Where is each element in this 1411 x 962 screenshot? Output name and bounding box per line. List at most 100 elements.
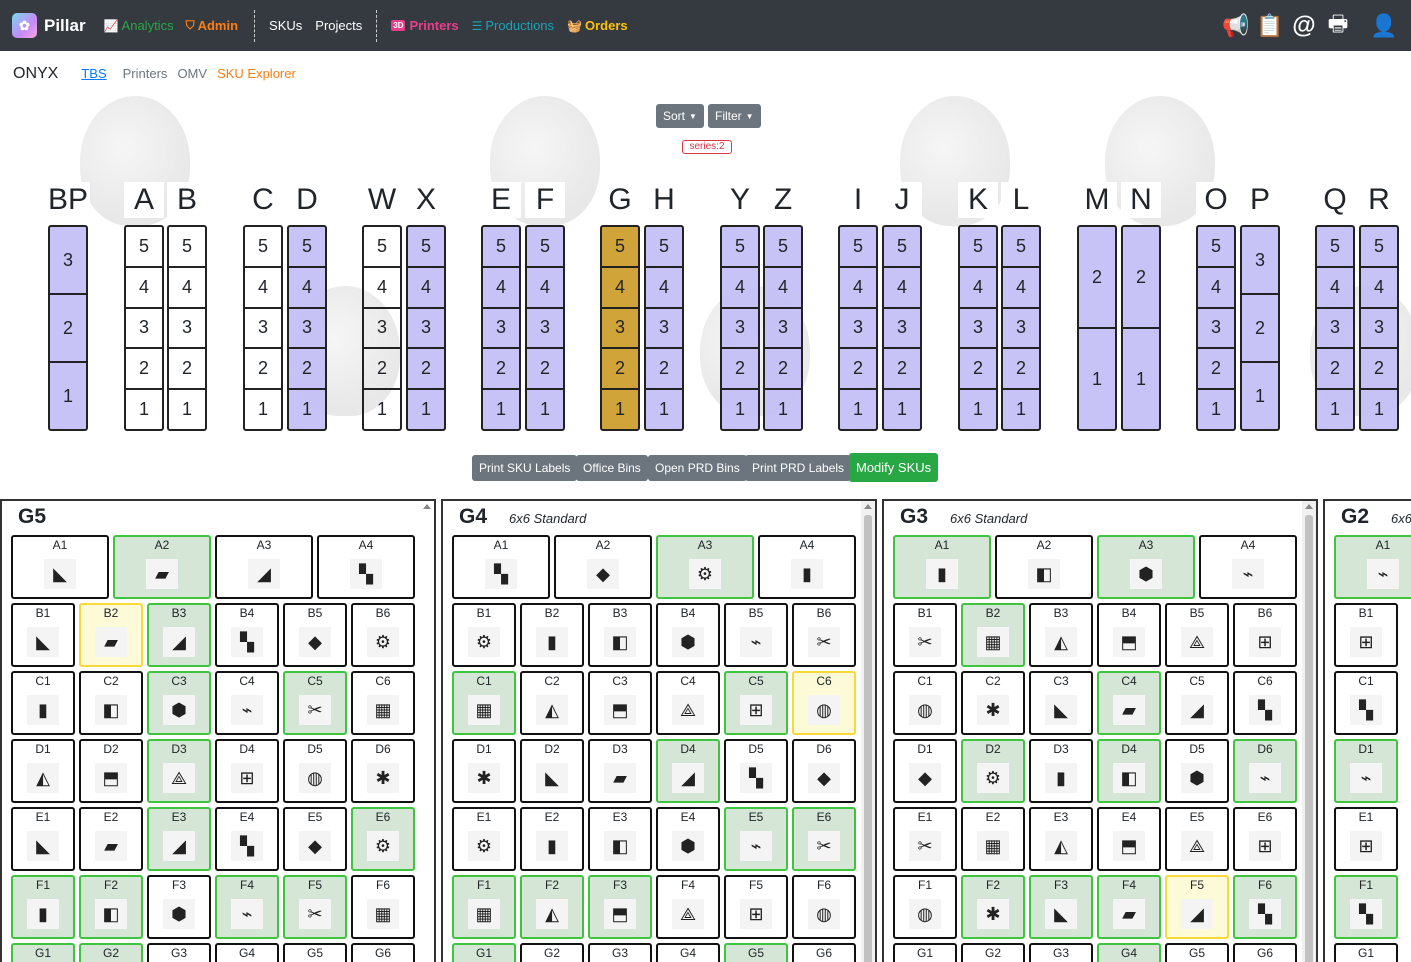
shelf-column[interactable]: 54321 (481, 225, 521, 431)
bin-cell[interactable]: G1◭ (11, 943, 75, 962)
shelf-slot[interactable]: 1 (50, 363, 86, 429)
bin-cell[interactable]: F1 ◍ (893, 875, 957, 939)
shelf-column[interactable]: 54321 (763, 225, 803, 431)
bin-cell[interactable]: D4 ⊞ (215, 739, 279, 803)
bin-cell[interactable]: F1 ▦ (452, 875, 516, 939)
shelf-slot[interactable]: 3 (1003, 309, 1039, 350)
panel-scrollbar[interactable] (861, 501, 875, 962)
bin-cell[interactable]: G6◆ (792, 943, 856, 962)
bin-cell[interactable]: B6 ⚙ (351, 603, 415, 667)
shelf-column[interactable]: 54321 (720, 225, 760, 431)
shelf-slot[interactable]: 4 (126, 268, 162, 309)
bin-cell[interactable]: B5 ⌁ (724, 603, 788, 667)
subnav-sku-explorer[interactable]: SKU Explorer (217, 66, 296, 81)
shelf-slot[interactable]: 2 (1198, 349, 1234, 391)
shelf-slot[interactable]: 5 (765, 227, 801, 268)
bin-cell[interactable]: F2 ◧ (79, 875, 143, 939)
shelf-slot[interactable]: 3 (722, 309, 758, 350)
shelf-slot[interactable]: 2 (884, 349, 920, 391)
shelf-slot[interactable]: 3 (50, 227, 86, 295)
shelf-slot[interactable]: 1 (602, 390, 638, 429)
scroll-thumb[interactable] (864, 515, 872, 962)
bin-cell[interactable]: C2 ◭ (520, 671, 584, 735)
bin-cell[interactable]: B6 ⊞ (1233, 603, 1297, 667)
shelf-slot[interactable]: 2 (840, 349, 876, 391)
shelf-column[interactable]: 54321 (1315, 225, 1355, 431)
bin-cell[interactable]: A3 ⬢ (1097, 535, 1195, 599)
bin-cell[interactable]: C5 ⊞ (724, 671, 788, 735)
shelf-column[interactable]: 54321 (882, 225, 922, 431)
bin-cell[interactable]: C6 ▚ (1233, 671, 1297, 735)
sort-dropdown[interactable]: Sort ▼ (656, 104, 704, 128)
scroll-up-icon[interactable] (423, 504, 431, 509)
bin-cell[interactable]: E1 ✂ (893, 807, 957, 871)
shelf-slot[interactable]: 3 (765, 309, 801, 350)
bin-cell[interactable]: G3⟁ (147, 943, 211, 962)
shelf-slot[interactable]: 3 (960, 309, 996, 350)
shelf-slot[interactable]: 4 (960, 268, 996, 309)
shelf-column[interactable]: 321 (1240, 225, 1280, 431)
bin-cell[interactable]: E5 ◆ (283, 807, 347, 871)
shelf-slot[interactable]: 3 (527, 309, 563, 350)
bin-cell[interactable]: F3 ⬢ (147, 875, 211, 939)
bin-cell[interactable]: B4 ⬒ (1097, 603, 1161, 667)
shelf-slot[interactable]: 3 (646, 309, 682, 350)
shelf-slot[interactable]: 4 (722, 268, 758, 309)
print-sku-labels-button[interactable]: Print SKU Labels (472, 455, 578, 481)
bin-cell[interactable]: A2 ◆ (554, 535, 652, 599)
bin-cell[interactable]: F1 ▮ (11, 875, 75, 939)
shelf-column[interactable]: 54321 (124, 225, 164, 431)
bin-cell[interactable]: F6 ◍ (792, 875, 856, 939)
shelf-slot[interactable]: 4 (840, 268, 876, 309)
shelf-slot[interactable]: 2 (289, 349, 325, 391)
shelf-slot[interactable]: 5 (1317, 227, 1353, 268)
shelf-slot[interactable]: 3 (289, 309, 325, 350)
bin-cell[interactable]: A1 ▚ (452, 535, 550, 599)
bin-cell[interactable]: F5 ◢ (1165, 875, 1229, 939)
bin-cell[interactable]: E3 ◢ (147, 807, 211, 871)
open-prd-bins-button[interactable]: Open PRD Bins (648, 455, 747, 481)
shelf-slot[interactable]: 1 (169, 390, 205, 429)
shelf-slot[interactable]: 2 (722, 349, 758, 391)
bin-cell[interactable]: E6 ⊞ (1233, 807, 1297, 871)
shelf-slot[interactable]: 3 (1198, 309, 1234, 350)
nav-admin[interactable]: ⛉ Admin (186, 18, 238, 33)
bin-cell[interactable]: G3▰ (588, 943, 652, 962)
shelf-column[interactable]: 54321 (406, 225, 446, 431)
bin-cell[interactable]: C6 ▦ (351, 671, 415, 735)
bin-cell[interactable]: D1 ◭ (11, 739, 75, 803)
bin-cell[interactable]: E6 ⚙ (351, 807, 415, 871)
shelf-slot[interactable]: 1 (1003, 390, 1039, 429)
shelf-slot[interactable]: 4 (408, 268, 444, 309)
bin-cell[interactable]: D1 ⌁ (1334, 739, 1398, 803)
shelf-slot[interactable]: 1 (960, 390, 996, 429)
bin-cell[interactable]: B3 ◢ (147, 603, 211, 667)
brand[interactable]: ✿ Pillar (12, 13, 86, 38)
bin-cell[interactable]: D3 ▰ (588, 739, 652, 803)
shelf-slot[interactable]: 1 (364, 390, 400, 429)
bin-cell[interactable]: G4◧ (1097, 943, 1161, 962)
bin-cell[interactable]: G2⬒ (79, 943, 143, 962)
shelf-slot[interactable]: 4 (602, 268, 638, 309)
shelf-slot[interactable]: 2 (1003, 349, 1039, 391)
bin-cell[interactable]: B2 ▮ (520, 603, 584, 667)
shelf-slot[interactable]: 4 (884, 268, 920, 309)
shelf-slot[interactable]: 5 (126, 227, 162, 268)
scroll-thumb[interactable] (1305, 515, 1313, 962)
bin-cell[interactable]: B2 ▦ (961, 603, 1025, 667)
shelf-slot[interactable]: 2 (245, 349, 281, 391)
shelf-slot[interactable]: 5 (1003, 227, 1039, 268)
bin-cell[interactable]: G1✱ (452, 943, 516, 962)
series-filter-badge[interactable]: series:2 (682, 140, 732, 154)
shelf-slot[interactable]: 2 (50, 295, 86, 363)
bin-cell[interactable]: B1 ⚙ (452, 603, 516, 667)
shelf-column[interactable]: 54321 (1001, 225, 1041, 431)
bin-cell[interactable]: F4 ▰ (1097, 875, 1161, 939)
shelf-slot[interactable]: 2 (602, 349, 638, 391)
bin-cell[interactable]: D3 ⟁ (147, 739, 211, 803)
bin-cell[interactable]: D3 ▮ (1029, 739, 1093, 803)
modify-skus-button[interactable]: Modify SKUs (849, 453, 939, 482)
bin-cell[interactable]: A1 ⌁ (1334, 535, 1411, 599)
bin-cell[interactable]: B1 ✂ (893, 603, 957, 667)
bin-cell[interactable]: D1 ✱ (452, 739, 516, 803)
